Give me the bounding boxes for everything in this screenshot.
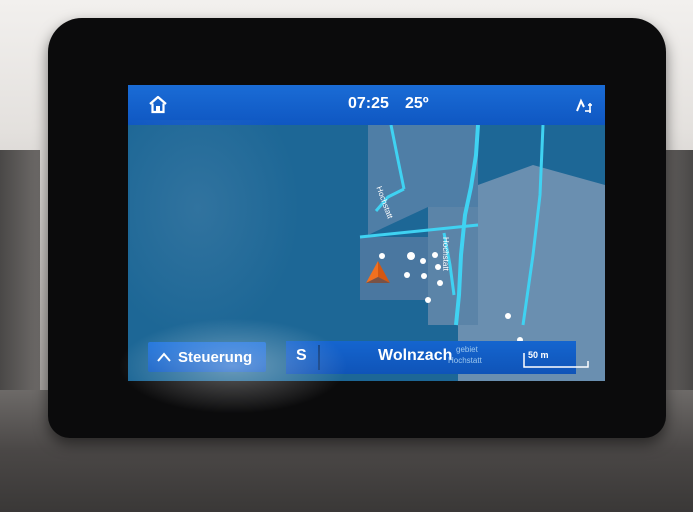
map-poi-dot: [505, 313, 511, 319]
map-poi-dot: [404, 272, 410, 278]
home-icon[interactable]: [148, 95, 168, 115]
chevron-up-icon: [157, 352, 171, 362]
map-poi-dot: [432, 252, 438, 258]
steuerung-button[interactable]: Steuerung: [148, 342, 266, 372]
map-poi-dot: [420, 258, 426, 264]
dashboard-left-trim: [0, 150, 40, 410]
map-poi-dot: [407, 252, 415, 260]
steuerung-label: Steuerung: [178, 348, 253, 366]
divider: [318, 345, 320, 370]
compass-direction: S: [296, 347, 307, 364]
status-bar: 07:25 25º: [128, 85, 605, 125]
signal-icon[interactable]: [574, 97, 594, 115]
map-poi-dot: [379, 253, 385, 259]
scale-label: 50 m: [528, 350, 549, 360]
map-scale: 50 m: [520, 347, 592, 371]
map-street-label: Hochstatt: [441, 237, 450, 271]
map-poi-dot: [437, 280, 443, 286]
current-street-name: Wolnzach: [378, 347, 453, 364]
map-faded-label: Hochstatt: [448, 356, 482, 365]
infotainment-screen: Hochstatt Hochstatt 07:25 25º Steuerung …: [128, 85, 605, 381]
clock-time: 07:25: [348, 95, 389, 112]
map-poi-dot: [425, 297, 431, 303]
map-poi-dot: [421, 273, 427, 279]
map-faded-label: gebiet: [456, 345, 478, 354]
land-area: [360, 237, 428, 300]
outside-temperature: 25º: [405, 95, 429, 112]
